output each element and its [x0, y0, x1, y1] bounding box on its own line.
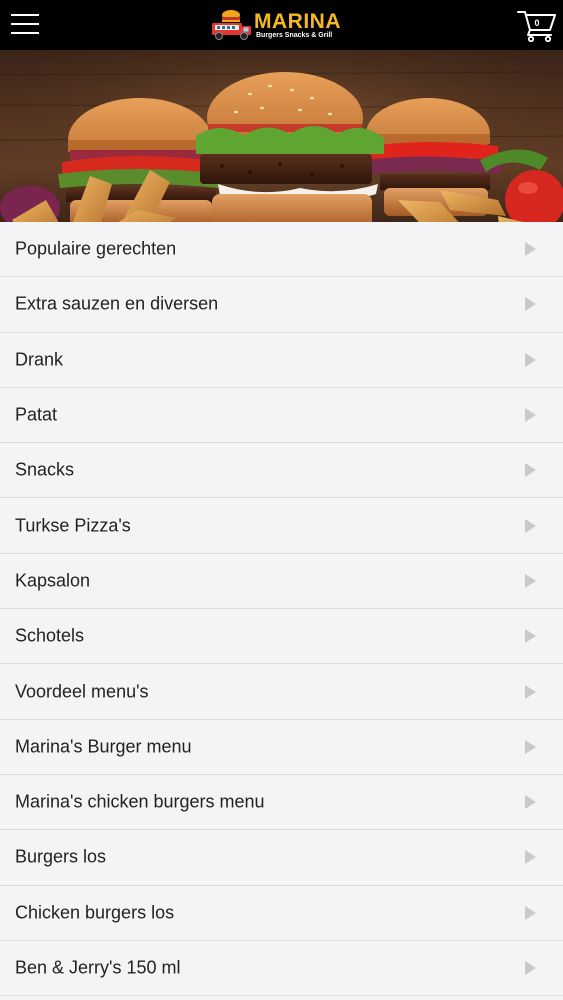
chevron-right-icon [525, 297, 536, 312]
category-label: Schotels [15, 625, 85, 646]
category-item[interactable]: Drank [0, 332, 563, 388]
category-item[interactable]: Voordeel menu's [0, 664, 563, 720]
chevron-right-icon [525, 739, 536, 754]
category-label: Turkse Pizza's [15, 515, 131, 536]
category-item[interactable]: Schotels [0, 609, 563, 665]
category-label: Populaire gerechten [15, 238, 177, 259]
chevron-right-icon [525, 242, 536, 257]
category-item[interactable]: Patat [0, 387, 563, 444]
category-item[interactable]: Turkse Pizza's [0, 498, 563, 554]
cart-count-badge: 0 [534, 18, 540, 28]
app-screen: MARINA Burgers Snacks & Grill 0 Populair… [0, 0, 563, 1000]
category-label: Chicken burgers los [15, 902, 175, 923]
chevron-right-icon [525, 905, 536, 920]
category-label: Drank [15, 349, 64, 370]
hamburger-menu-icon[interactable] [11, 12, 39, 36]
category-item[interactable]: Snacks [0, 443, 563, 499]
chevron-right-icon [525, 684, 536, 699]
category-item[interactable]: Ben & Jerry's 150 ml [0, 940, 563, 997]
chevron-right-icon [525, 850, 536, 865]
category-item[interactable]: Burgers los [0, 830, 563, 886]
category-label: Kapsalon [15, 570, 91, 591]
burgers-and-potato-wedges-photo [0, 50, 563, 245]
category-label: Voordeel menu's [15, 681, 149, 702]
brand-name: MARINA [254, 10, 341, 33]
category-label: Marina's chicken burgers menu [15, 791, 265, 812]
top-bar: MARINA Burgers Snacks & Grill 0 [0, 0, 563, 50]
chevron-right-icon [525, 352, 536, 367]
category-item[interactable]: Chicken burgers los [0, 885, 563, 941]
category-list: Populaire gerechten Extra sauzen en dive… [0, 222, 563, 997]
chevron-right-icon [525, 518, 536, 533]
chevron-right-icon [525, 629, 536, 644]
category-item[interactable]: Kapsalon [0, 553, 563, 610]
category-item[interactable]: Extra sauzen en diversen [0, 277, 563, 333]
food-truck-logo [212, 10, 251, 40]
shopping-cart-button[interactable]: 0 [517, 8, 557, 43]
brand-tagline: Burgers Snacks & Grill [256, 32, 333, 39]
chevron-right-icon [525, 463, 536, 478]
category-label: Burgers los [15, 846, 107, 867]
brand-logo[interactable]: MARINA Burgers Snacks & Grill [208, 6, 358, 44]
category-label: Extra sauzen en diversen [15, 293, 219, 314]
chevron-right-icon [525, 573, 536, 588]
category-item[interactable]: Marina's Burger menu [0, 719, 563, 775]
chevron-right-icon [525, 961, 536, 975]
category-item[interactable]: Populaire gerechten [0, 222, 563, 278]
category-label: Snacks [15, 459, 75, 480]
chevron-right-icon [525, 408, 536, 423]
category-item[interactable]: Marina's chicken burgers menu [0, 774, 563, 831]
category-label: Patat [15, 404, 58, 425]
hero-banner [0, 50, 563, 245]
category-label: Marina's Burger menu [15, 736, 192, 757]
category-label: Ben & Jerry's 150 ml [15, 957, 181, 978]
chevron-right-icon [525, 795, 536, 810]
